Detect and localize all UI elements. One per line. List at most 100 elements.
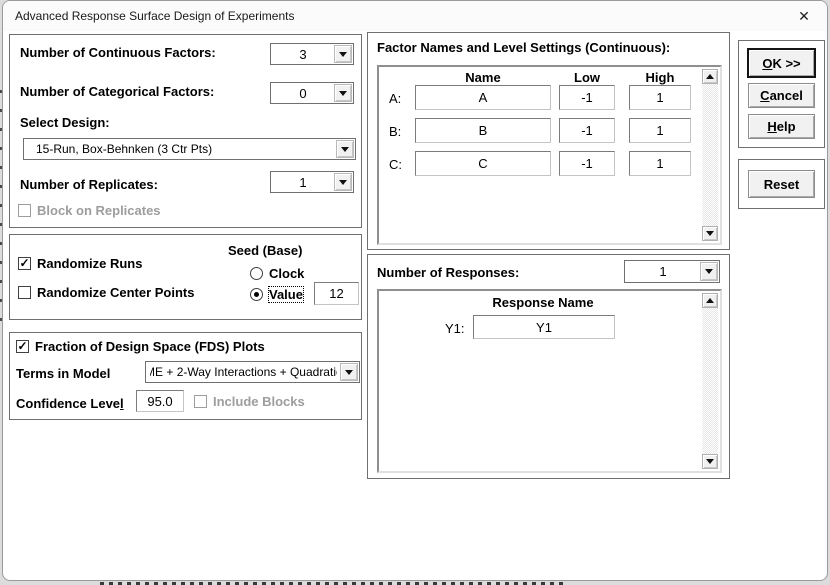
check-icon: ✓ (17, 340, 27, 352)
factor-high-input[interactable]: 1 (629, 85, 691, 110)
seed-clock-row: Clock (250, 266, 304, 281)
block-on-replicates-row: Block on Replicates (18, 203, 161, 218)
cancel-button-label: Cancel (760, 88, 803, 103)
fds-plots-checkbox[interactable]: ✓ (16, 340, 29, 353)
include-blocks-checkbox[interactable] (194, 395, 207, 408)
action-buttons-groupbox: OK >> Cancel Help (738, 40, 825, 148)
ok-rest: K >> (772, 56, 800, 71)
chevron-down-icon[interactable] (334, 173, 352, 191)
dropdown-arrow-icon (705, 269, 713, 278)
factor-row-label: B: (389, 124, 401, 139)
up-arrow-icon (706, 70, 714, 79)
factor-names-groupbox: Factor Names and Level Settings (Continu… (367, 32, 730, 250)
title-bar: Advanced Response Surface Design of Expe… (3, 1, 827, 31)
factor-names-title: Factor Names and Level Settings (Continu… (377, 40, 670, 55)
factor-row-label: A: (389, 91, 401, 106)
categorical-factors-value: 0 (275, 83, 331, 103)
continuous-factors-select[interactable]: 3 (270, 43, 354, 65)
randomize-center-label: Randomize Center Points (37, 285, 194, 300)
select-design-select[interactable]: 15-Run, Box-Behnken (3 Ctr Pts) (23, 138, 356, 160)
categorical-factors-select[interactable]: 0 (270, 82, 354, 104)
replicates-value: 1 (275, 172, 331, 192)
clock-radio[interactable] (250, 267, 263, 280)
scroll-up-icon[interactable] (702, 69, 718, 84)
low-column-header: Low (559, 70, 615, 85)
include-blocks-row: Include Blocks (194, 394, 305, 409)
factor-name-input[interactable]: A (415, 85, 551, 110)
factor-name-input[interactable]: B (415, 118, 551, 143)
factor-low-input[interactable]: -1 (559, 85, 615, 110)
randomize-runs-row: ✓ Randomize Runs (18, 256, 142, 271)
response-name-header: Response Name (443, 295, 643, 310)
seed-value-input[interactable]: 12 (314, 282, 359, 305)
terms-in-model-value: ME + 2-Way Interactions + Quadratic (150, 362, 337, 382)
block-on-replicates-checkbox[interactable] (18, 204, 31, 217)
factor-table-scrollbar[interactable] (702, 69, 718, 241)
terms-in-model-label: Terms in Model (16, 366, 110, 381)
randomize-runs-checkbox[interactable]: ✓ (18, 257, 31, 270)
randomize-center-row: Randomize Center Points (18, 285, 194, 300)
chevron-down-icon[interactable] (334, 84, 352, 102)
down-arrow-icon (706, 459, 714, 468)
categorical-factors-label: Number of Categorical Factors: (20, 84, 214, 99)
scroll-down-icon[interactable] (702, 454, 718, 469)
response-name-input[interactable]: Y1 (473, 315, 615, 339)
ok-accesskey: O (762, 56, 772, 71)
help-rest: elp (777, 119, 796, 134)
high-column-header: High (629, 70, 691, 85)
continuous-factors-value: 3 (275, 44, 331, 64)
help-accesskey: H (767, 119, 776, 134)
select-design-label: Select Design: (20, 115, 110, 130)
confidence-level-input[interactable]: 95.0 (136, 390, 184, 412)
ok-button[interactable]: OK >> (748, 49, 815, 77)
randomize-center-checkbox[interactable] (18, 286, 31, 299)
replicates-label: Number of Replicates: (20, 177, 158, 192)
factor-name-input[interactable]: C (415, 151, 551, 176)
chevron-down-icon[interactable] (700, 262, 718, 281)
factor-low-input[interactable]: -1 (559, 151, 615, 176)
seed-value-row: Value (250, 287, 303, 302)
continuous-factors-label: Number of Continuous Factors: (20, 45, 216, 60)
factor-high-input[interactable]: 1 (629, 151, 691, 176)
factor-high-input[interactable]: 1 (629, 118, 691, 143)
cancel-button[interactable]: Cancel (748, 83, 815, 108)
scroll-up-icon[interactable] (702, 293, 718, 308)
replicates-select[interactable]: 1 (270, 171, 354, 193)
response-table-scrollbar[interactable] (702, 293, 718, 469)
chevron-down-icon[interactable] (336, 140, 354, 158)
seed-group-label: Seed (Base) (228, 243, 302, 258)
fds-plots-label: Fraction of Design Space (FDS) Plots (35, 339, 265, 354)
factor-low-input[interactable]: -1 (559, 118, 615, 143)
dialog-title: Advanced Response Surface Design of Expe… (15, 9, 295, 23)
down-arrow-icon (706, 231, 714, 240)
value-radio[interactable] (250, 288, 263, 301)
number-of-responses-select[interactable]: 1 (624, 260, 720, 283)
dialog-advanced-rsm-doe: Advanced Response Surface Design of Expe… (2, 0, 828, 581)
confidence-level-accesskey: l (120, 396, 124, 411)
design-selection-groupbox: Number of Continuous Factors: 3 Number o… (9, 34, 362, 228)
randomize-runs-label: Randomize Runs (37, 256, 142, 271)
responses-groupbox: Number of Responses: 1 Response Name Y1:… (367, 254, 730, 479)
ok-button-label: OK >> (762, 56, 800, 71)
terms-in-model-select[interactable]: ME + 2-Way Interactions + Quadratic (145, 361, 360, 383)
response-row-label: Y1: (445, 321, 465, 336)
dropdown-arrow-icon (339, 91, 347, 100)
help-button[interactable]: Help (748, 114, 815, 139)
scroll-down-icon[interactable] (702, 226, 718, 241)
cancel-rest: ancel (770, 88, 803, 103)
block-on-replicates-label: Block on Replicates (37, 203, 161, 218)
chevron-down-icon[interactable] (334, 45, 352, 63)
up-arrow-icon (706, 294, 714, 303)
reset-button[interactable]: Reset (748, 170, 815, 198)
response-table: Response Name Y1: Y1 (377, 289, 722, 473)
help-button-label: Help (767, 119, 795, 134)
close-icon[interactable]: ✕ (791, 4, 817, 28)
reset-button-label: Reset (764, 177, 799, 192)
dropdown-arrow-icon (341, 147, 349, 156)
chevron-down-icon[interactable] (340, 363, 358, 381)
number-of-responses-label: Number of Responses: (377, 265, 519, 280)
dropdown-arrow-icon (345, 370, 353, 379)
cancel-accesskey: C (760, 88, 769, 103)
number-of-responses-value: 1 (629, 261, 697, 282)
value-label: Value (269, 287, 303, 302)
